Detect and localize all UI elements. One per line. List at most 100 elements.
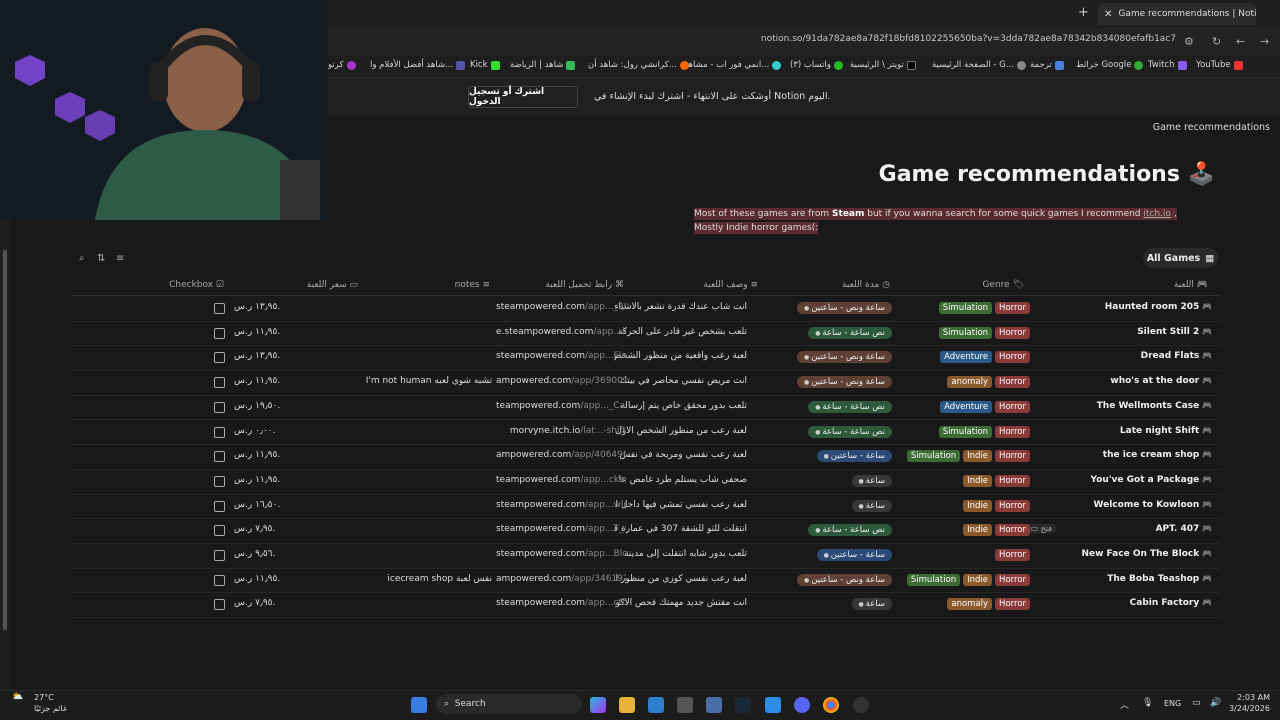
price-cell[interactable]: ١٣٫٩٥ ر.س. xyxy=(234,351,280,361)
game-name[interactable]: who's at the door xyxy=(1110,376,1212,386)
scrollbar[interactable] xyxy=(3,250,7,630)
price-cell[interactable]: ٧٫٩٥ ر.س. xyxy=(234,598,275,608)
volume-icon[interactable]: 🔊 xyxy=(1210,698,1221,708)
duration-cell[interactable]: نص ساعة - ساعة xyxy=(808,425,892,438)
game-name[interactable]: Cabin Factory xyxy=(1130,598,1212,608)
genre-cell[interactable]: HorrorSimulation xyxy=(936,425,1030,438)
bookmark-kick[interactable]: Kick xyxy=(470,60,500,70)
genre-cell[interactable]: Horror xyxy=(992,549,1030,561)
desc-cell[interactable]: تلعب بدور شابه انتقلت إلى مدينة xyxy=(614,549,747,559)
desc-cell[interactable]: انتقلت للتو للشقة 307 في عمارة قد xyxy=(614,524,747,534)
download-link[interactable]: e.steampowered.com/app...ill_2 xyxy=(496,327,626,337)
mic-icon[interactable]: 🎙 xyxy=(1142,698,1153,708)
duration-cell[interactable]: ساعة ونص - ساعتين xyxy=(797,302,892,314)
filter-icon[interactable]: ≡ xyxy=(116,253,124,264)
genre-cell[interactable]: HorrorIndieSimulation xyxy=(904,573,1030,586)
row-checkbox[interactable] xyxy=(214,525,225,537)
duration-cell[interactable]: ساعة xyxy=(851,598,892,611)
download-link[interactable]: morvyne.itch.io/lat...-shift xyxy=(496,426,626,436)
table-row[interactable]: New Face On The Block Horror ساعة - ساعتين… xyxy=(72,544,1220,569)
table-row[interactable]: Haunted room 205 HorrorSimulation ساعة ونص… xyxy=(72,297,1220,322)
app-icon[interactable] xyxy=(853,697,869,713)
browser-tab-active[interactable]: ✕ Game recommendations | Notion xyxy=(1098,3,1256,25)
notes-cell[interactable]: I'm not human تشبه شوي لعبه xyxy=(366,376,492,386)
download-link[interactable]: steampowered.com/app...Flats xyxy=(496,351,626,361)
weather-icon[interactable]: ⛅ xyxy=(12,692,23,702)
desc-cell[interactable]: لعبة رعب نفسي ومريحة في نفس xyxy=(614,450,747,460)
row-checkbox[interactable] xyxy=(214,500,225,512)
table-row[interactable]: The Wellmonts Case HorrorAdventure نص ساعة… xyxy=(72,396,1220,421)
row-checkbox[interactable] xyxy=(214,377,225,389)
bookmark-crunchyroll[interactable]: كرانشي رول: شاهد أن... xyxy=(588,60,689,70)
table-row[interactable]: Dread Flats HorrorAdventure ساعة ونص - ساع… xyxy=(72,346,1220,372)
genre-cell[interactable]: HorrorSimulation xyxy=(936,302,1030,314)
desc-cell[interactable]: لعبة رعب واقعية من منظور الشخص xyxy=(614,351,747,361)
row-checkbox[interactable] xyxy=(214,426,225,438)
clock-date[interactable]: 3/24/2026 xyxy=(1228,704,1270,713)
duration-cell[interactable]: ساعة ونص - ساعتين xyxy=(797,573,892,586)
game-name[interactable]: You've Got a Package xyxy=(1091,475,1212,485)
price-cell[interactable]: ٠٫٠٠ ر.س. xyxy=(234,426,275,436)
genre-cell[interactable]: HorrorIndie xyxy=(960,474,1030,487)
bookmark-extra[interactable]: كرنو xyxy=(328,60,356,70)
row-checkbox[interactable] xyxy=(214,550,225,561)
chrome-icon[interactable] xyxy=(823,697,839,713)
download-link[interactable]: steampowered.com/app..._205 xyxy=(496,302,626,312)
genre-cell[interactable]: HorrorIndieSimulation xyxy=(904,450,1030,463)
row-checkbox[interactable] xyxy=(214,599,225,611)
duration-cell[interactable]: ساعة xyxy=(851,499,892,512)
taskbar-search[interactable]: ⌕ Search xyxy=(436,694,582,714)
network-icon[interactable]: ▭ xyxy=(1192,698,1201,708)
signup-button[interactable]: اشترك أو تسجيل الدخول xyxy=(468,86,578,108)
bookmark-twitter[interactable]: تويتر \ الرئيسية xyxy=(850,60,916,70)
price-cell[interactable]: ١١٫٩٥ ر.س. xyxy=(234,327,280,337)
desc-cell[interactable]: لعبة رعب نفسي كوزي من منظور ا xyxy=(614,574,747,584)
price-cell[interactable]: ٩٫٥٦ ر.س. xyxy=(234,549,275,559)
back-icon[interactable]: ← xyxy=(1236,35,1245,48)
bookmark-home[interactable]: الصفحة الرئيسية - G... xyxy=(932,60,1026,70)
table-row[interactable]: The Boba Teashop HorrorIndieSimulation ساع… xyxy=(72,569,1220,594)
itch-link[interactable]: itch.io xyxy=(1143,209,1171,219)
game-name[interactable]: The Wellmonts Case xyxy=(1097,401,1212,411)
game-name[interactable]: New Face On The Block xyxy=(1081,549,1212,559)
duration-cell[interactable]: ساعة xyxy=(851,474,892,487)
download-link[interactable]: ampowered.com/app/3461920 xyxy=(496,574,626,584)
desc-cell[interactable]: تلعب بدور محقق خاص يتم إرساله xyxy=(614,401,747,411)
row-checkbox[interactable] xyxy=(214,574,225,586)
store-icon[interactable] xyxy=(648,697,664,713)
table-row[interactable]: Cabin Factory Horroranomaly ساعة أنت مفتش ج… xyxy=(72,593,1220,619)
price-cell[interactable]: ١١٫٩٥ ر.س. xyxy=(234,574,280,584)
row-checkbox[interactable] xyxy=(214,451,225,463)
game-name[interactable]: Late night Shift xyxy=(1120,426,1212,436)
col-price[interactable]: سعر اللعبة ▭ xyxy=(307,280,358,290)
genre-cell[interactable]: HorrorSimulation xyxy=(936,326,1030,339)
view-tab-all-games[interactable]: All Games ▦ xyxy=(1143,248,1218,268)
bookmark-twitch[interactable]: Twitch xyxy=(1148,60,1187,70)
genre-cell[interactable]: HorrorAdventure xyxy=(937,400,1030,413)
genre-cell[interactable]: HorrorAdventure xyxy=(937,351,1030,364)
file-explorer-icon[interactable] xyxy=(619,697,635,713)
download-link[interactable]: teampowered.com/app..._Case xyxy=(496,401,626,411)
price-cell[interactable]: ٧٫٩٥ ر.س. xyxy=(234,524,275,534)
game-name[interactable]: Welcome to Kowloon xyxy=(1094,500,1212,510)
duration-cell[interactable]: نص ساعة - ساعة xyxy=(808,524,892,537)
search-icon[interactable]: ⌕ xyxy=(79,253,85,264)
copilot-icon[interactable] xyxy=(590,697,606,713)
steam-icon[interactable] xyxy=(735,697,751,713)
price-cell[interactable]: ١١٫٩٥ ر.س. xyxy=(234,376,280,386)
url-field[interactable]: notion.so/91da782ae8a782f18bfd8102255650… xyxy=(660,34,1176,50)
reload-icon[interactable]: ↻ xyxy=(1212,35,1221,48)
bookmark-whatsapp[interactable]: واتساب (٣) xyxy=(790,60,843,70)
duration-cell[interactable]: نص ساعة - ساعة xyxy=(808,400,892,413)
calendar-icon[interactable] xyxy=(677,697,693,713)
table-row[interactable]: Late night Shift HorrorSimulation نص ساعة … xyxy=(72,421,1220,446)
genre-cell[interactable]: HorrorIndie xyxy=(960,524,1030,537)
genre-cell[interactable]: HorrorIndie xyxy=(960,499,1030,512)
game-name[interactable]: the ice cream shop xyxy=(1103,450,1212,460)
notes-cell[interactable]: icecream shop نفس لعبة xyxy=(387,574,492,584)
game-name[interactable]: Silent Still 2 xyxy=(1137,327,1212,337)
desc-cell[interactable]: لعبة رعب نفسي تمشي فيها داخل أ xyxy=(614,500,747,510)
breadcrumb[interactable]: Game recommendations xyxy=(1100,122,1270,133)
game-name[interactable]: Haunted room 205 xyxy=(1105,302,1212,312)
row-checkbox[interactable] xyxy=(214,401,225,413)
